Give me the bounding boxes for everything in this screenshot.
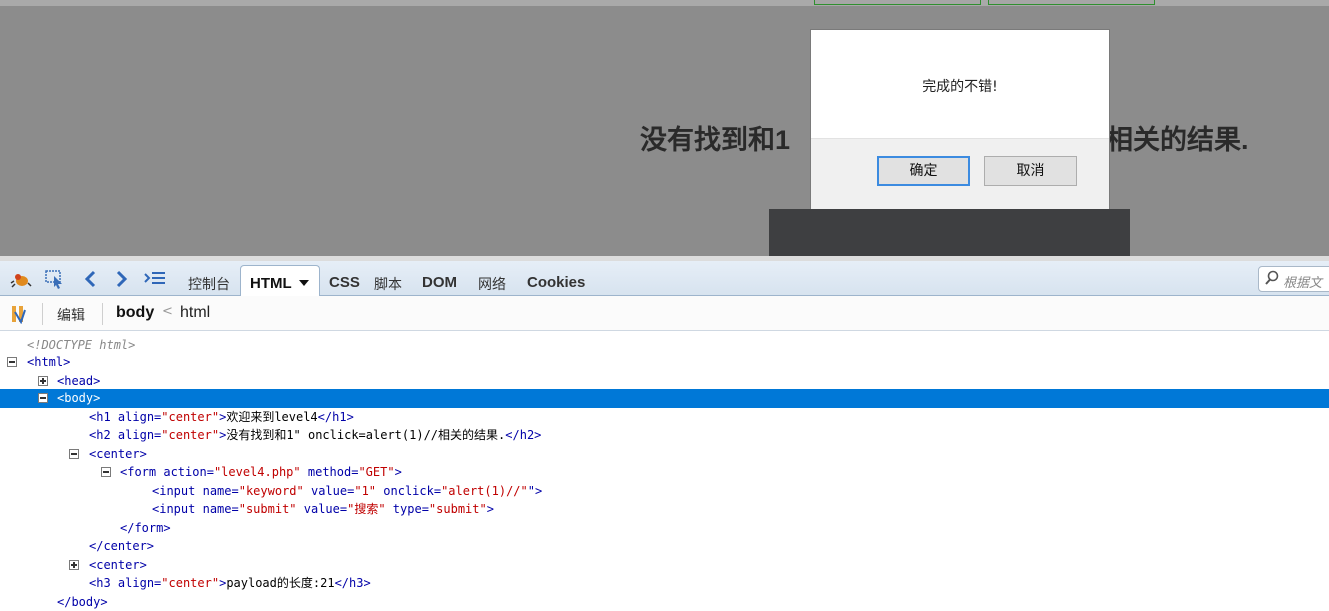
- tree-row-form-end: </form>: [0, 519, 1329, 537]
- breadcrumb: 编辑 body < html: [0, 296, 1329, 331]
- tree-row-body-end: </body>: [0, 593, 1329, 611]
- collapse-toggle-icon[interactable]: [7, 357, 17, 367]
- h1-line: <h1 align="center">欢迎来到level4</h1>: [89, 410, 354, 424]
- collapse-toggle-icon[interactable]: [69, 449, 79, 459]
- tree-row-html[interactable]: <html>: [0, 353, 1329, 371]
- tag-text: <center>: [89, 447, 147, 461]
- collapse-toggle-icon[interactable]: [38, 393, 48, 403]
- breadcrumb-separator: <: [162, 304, 173, 319]
- tree-row-input-submit[interactable]: <input name="submit" value="搜索" type="su…: [0, 500, 1329, 518]
- tree-row-h2[interactable]: <h2 align="center">没有找到和1" onclick=alert…: [0, 426, 1329, 444]
- search-button-edge[interactable]: [988, 0, 1155, 5]
- list-menu-icon[interactable]: [143, 269, 165, 289]
- breadcrumb-item-body[interactable]: body: [116, 304, 154, 322]
- tab-cookies[interactable]: Cookies: [527, 274, 585, 291]
- tab-script[interactable]: 脚本: [374, 274, 402, 294]
- html-tree: <!DOCTYPE html> <html> <head> <body> <h1…: [0, 336, 1329, 610]
- h2-line: <h2 align="center">没有找到和1" onclick=alert…: [89, 428, 542, 442]
- caret-down-icon[interactable]: [299, 280, 309, 286]
- input-submit-line: <input name="submit" value="搜索" type="su…: [152, 502, 494, 516]
- tag-text: </form>: [120, 521, 171, 535]
- tab-html-label: HTML: [250, 275, 292, 292]
- back-chevron-icon[interactable]: [80, 269, 102, 289]
- form-line: <form action="level4.php" method="GET">: [120, 465, 402, 479]
- tree-row-form[interactable]: <form action="level4.php" method="GET">: [0, 463, 1329, 481]
- tree-row-body-selected[interactable]: <body>: [0, 389, 1329, 408]
- edit-button[interactable]: 编辑: [57, 305, 85, 325]
- collapse-toggle-icon[interactable]: [101, 467, 111, 477]
- alert-message: 完成的不错!: [922, 79, 998, 95]
- tab-console[interactable]: 控制台: [188, 274, 230, 294]
- expand-toggle-icon[interactable]: [38, 376, 48, 386]
- ok-button[interactable]: 确定: [877, 156, 970, 186]
- h3-line: <h3 align="center">payload的长度:21</h3>: [89, 576, 371, 590]
- search-input[interactable]: 根据文: [1258, 266, 1329, 292]
- page-heading-right: 相关的结果.: [1106, 125, 1249, 155]
- tree-row-center-collapsed[interactable]: <center>: [0, 556, 1329, 574]
- tab-dom[interactable]: DOM: [422, 274, 457, 291]
- tag-text: <body>: [57, 391, 101, 405]
- page-viewport: 没有找到和1 相关的结果. 完成的不错! 确定 取消: [0, 0, 1329, 256]
- tag-text: <html>: [27, 355, 71, 369]
- page-image-block: [769, 209, 1130, 256]
- search-input-edge[interactable]: [814, 0, 981, 5]
- page-heading-left: 没有找到和1: [640, 125, 791, 155]
- search-placeholder: 根据文: [1283, 276, 1323, 291]
- tree-row-input-keyword[interactable]: <input name="keyword" value="1" onclick=…: [0, 482, 1329, 500]
- firebug-bug-icon[interactable]: [10, 269, 32, 289]
- tag-text: </body>: [57, 595, 108, 609]
- inspect-pointer-icon[interactable]: [44, 269, 66, 289]
- divider: [102, 303, 103, 325]
- alert-dialog: 完成的不错! 确定 取消: [810, 29, 1110, 209]
- tree-row-head[interactable]: <head>: [0, 372, 1329, 390]
- input-keyword-line: <input name="keyword" value="1" onclick=…: [152, 484, 543, 498]
- tab-network[interactable]: 网络: [478, 274, 506, 294]
- alert-footer: 确定 取消: [811, 138, 1109, 209]
- search-icon: [1265, 270, 1279, 290]
- tag-text: </center>: [89, 539, 155, 553]
- tree-row-doctype: <!DOCTYPE html>: [0, 336, 1329, 354]
- forward-chevron-icon[interactable]: [110, 269, 132, 289]
- tree-row-h3[interactable]: <h3 align="center">payload的长度:21</h3>: [0, 574, 1329, 592]
- tree-row-h1[interactable]: <h1 align="center">欢迎来到level4</h1>: [0, 408, 1329, 426]
- tab-html[interactable]: HTML: [240, 265, 320, 297]
- tag-text: <head>: [57, 374, 101, 388]
- tree-row-center[interactable]: <center>: [0, 445, 1329, 463]
- divider: [42, 303, 43, 325]
- tab-css[interactable]: CSS: [329, 274, 360, 291]
- tree-row-center-end: </center>: [0, 537, 1329, 555]
- breadcrumb-item-html[interactable]: html: [180, 304, 210, 322]
- devtools-toolbar: 控制台 HTML CSS 脚本 DOM 网络 Cookies 根据文: [0, 261, 1329, 297]
- pause-script-icon[interactable]: [9, 304, 29, 325]
- tag-text: <center>: [89, 558, 147, 572]
- doctype-text: <!DOCTYPE html>: [27, 338, 136, 352]
- expand-toggle-icon[interactable]: [69, 560, 79, 570]
- cancel-button[interactable]: 取消: [984, 156, 1077, 186]
